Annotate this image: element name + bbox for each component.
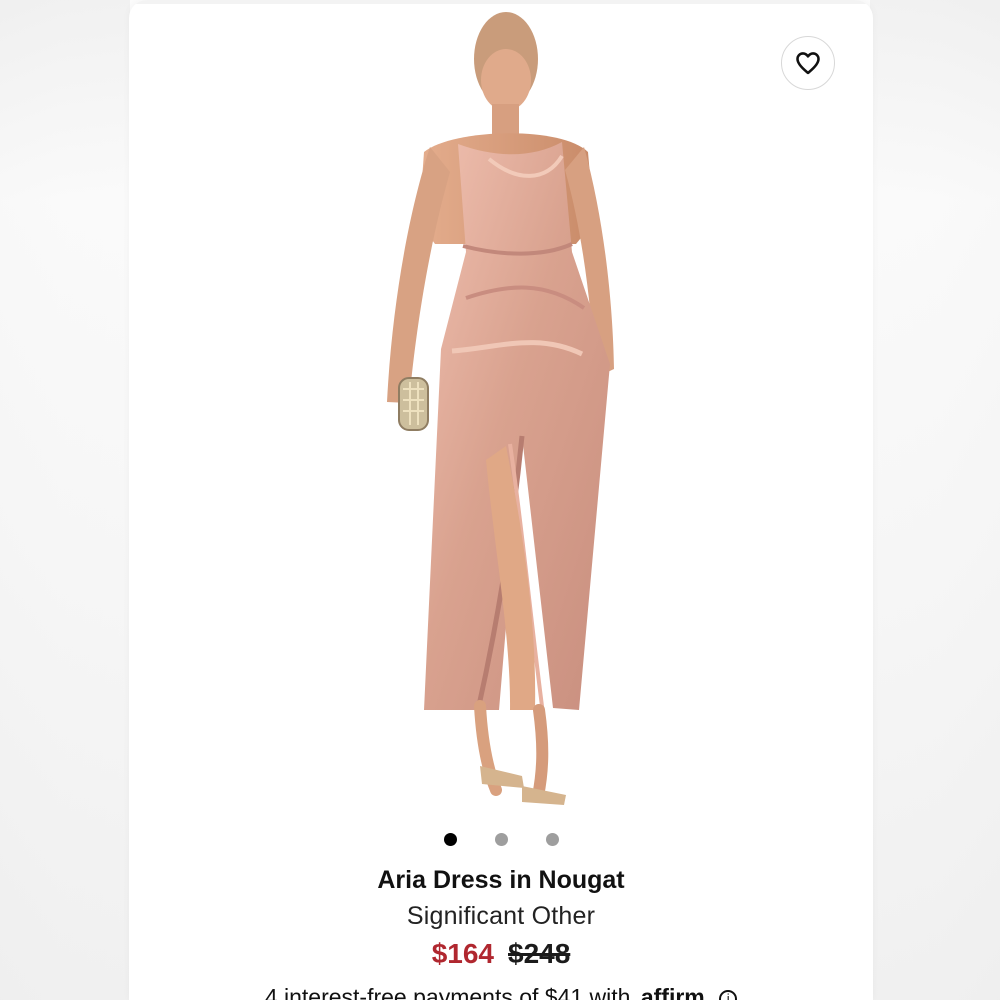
sale-price: $164 [431,938,494,969]
affirm-payment-info[interactable]: 4 interest-free payments of $41 with aff… [129,982,873,1000]
price-row: $164 $248 [129,937,873,971]
wishlist-button[interactable] [781,36,835,90]
info-icon[interactable]: i [719,989,738,1000]
payment-text: 4 interest-free payments of $41 with [264,984,631,1000]
image-carousel-pagination [129,830,873,848]
product-card: Aria Dress in Nougat Significant Other $… [129,0,873,1000]
carousel-dot-3[interactable] [545,832,559,846]
original-price: $248 [508,938,571,969]
carousel-dot-2[interactable] [494,832,508,846]
product-image[interactable] [332,6,670,812]
left-background [0,0,130,1000]
affirm-logo: affirm [640,984,705,1000]
top-edge [129,0,873,4]
product-page: Aria Dress in Nougat Significant Other $… [0,0,1000,1000]
brand-name[interactable]: Significant Other [129,900,873,932]
carousel-dot-1[interactable] [443,832,457,846]
right-background [870,0,1000,1000]
product-title: Aria Dress in Nougat [377,866,625,894]
heart-outline-icon [796,52,820,75]
